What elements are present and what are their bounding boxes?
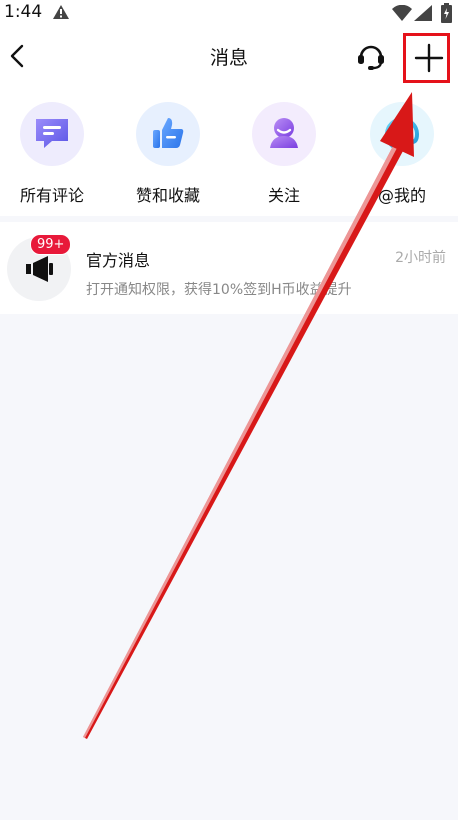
battery-icon — [441, 3, 452, 27]
at-icon — [370, 102, 434, 166]
category-label: 赞和收藏 — [135, 186, 200, 205]
unread-badge: 99+ — [30, 234, 72, 255]
category-follow[interactable]: 关注 — [234, 102, 334, 206]
highlight-box — [403, 33, 450, 83]
message-time: 2小时前 — [395, 250, 446, 266]
status-bar: 1:44 — [0, 0, 458, 26]
message-item-official[interactable]: 99+ 官方消息 2小时前 打开通知权限，获得10%签到H币收益提升 — [0, 222, 458, 314]
message-title: 官方消息 — [86, 251, 151, 270]
status-time: 1:44 — [4, 2, 43, 22]
category-label: @我的 — [377, 186, 426, 205]
signal-icon — [414, 5, 432, 25]
category-label: 关注 — [267, 186, 300, 205]
top-nav-bar: 消息 — [0, 26, 458, 88]
category-mentions[interactable]: @我的 — [352, 102, 452, 206]
thumbs-up-icon — [136, 102, 200, 166]
headset-icon — [358, 45, 384, 70]
category-likes-favorites[interactable]: 赞和收藏 — [118, 102, 218, 206]
wifi-icon — [392, 4, 412, 25]
category-all-comments[interactable]: 所有评论 — [2, 102, 102, 206]
message-preview: 打开通知权限，获得10%签到H币收益提升 — [86, 282, 352, 298]
warning-icon — [52, 4, 70, 24]
category-row: 所有评论 赞和收藏 关注 @我的 — [0, 88, 458, 216]
comment-icon — [20, 102, 84, 166]
customer-service-button[interactable] — [354, 40, 388, 72]
category-label: 所有评论 — [19, 186, 84, 205]
follow-icon — [252, 102, 316, 166]
page-title: 消息 — [209, 47, 248, 69]
